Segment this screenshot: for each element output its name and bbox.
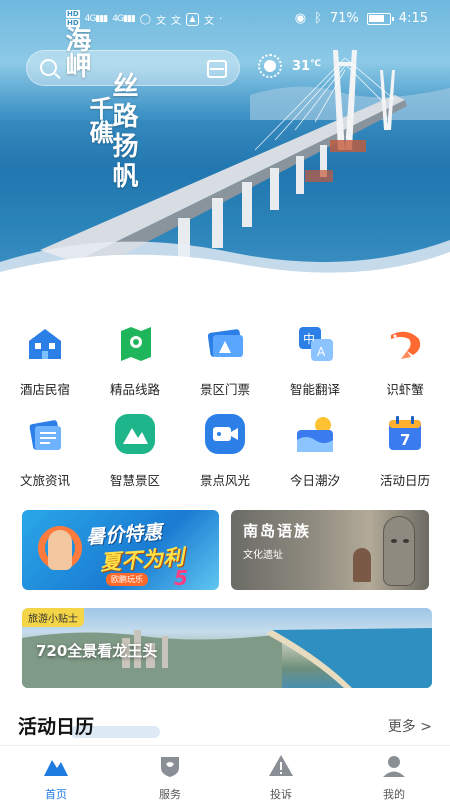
- tab-label: 我的: [383, 788, 405, 800]
- grid-label: 景点风光: [199, 473, 250, 488]
- grid-label: 智慧景区: [109, 473, 160, 488]
- service-shield-icon: [161, 757, 179, 777]
- grid-label: 景区门票: [199, 382, 250, 397]
- app-glyph-3: 文: [204, 15, 214, 27]
- tab-label: 首页: [45, 788, 67, 800]
- culture-subtitle: 文化遗址: [243, 550, 283, 561]
- svg-text:A: A: [317, 345, 326, 359]
- bluetooth-icon: ᛒ: [314, 11, 322, 26]
- eye-icon: ◉: [294, 11, 307, 26]
- grid-item-news[interactable]: 文旅资讯: [5, 412, 85, 489]
- translate-icon: 中 A: [299, 327, 333, 361]
- home-mountain-icon: [44, 760, 68, 776]
- grid-label: 活动日历: [379, 473, 430, 488]
- section-title: 活动日历: [18, 716, 95, 738]
- hero-calligraphy-3: 丝路扬帆: [108, 72, 138, 192]
- tab-label: 服务: [159, 788, 181, 800]
- battery-percent: 71%: [329, 11, 359, 26]
- svg-text:中: 中: [303, 331, 315, 346]
- hero-calligraphy-1: 海岬: [61, 26, 91, 78]
- mountain-icon: [115, 414, 155, 454]
- scan-icon[interactable]: [207, 60, 227, 78]
- grid-label: 识虾蟹: [386, 382, 424, 397]
- shrimp-icon: [391, 331, 421, 359]
- news-icon: [29, 420, 61, 450]
- hero-banner[interactable]: HD HD 4G▮▮▮ 4G▮▮▮ ◯ 文 文 ▲ 文 · ◉ ᛒ 71% 4:…: [0, 0, 450, 285]
- promo-tag: 欧鹏玩乐: [106, 573, 148, 586]
- bottom-tab-bar: 首页 服务 投诉 我的: [0, 745, 450, 800]
- promo-title-2: 夏不为利: [99, 545, 185, 575]
- svg-text:7: 7: [400, 431, 410, 449]
- app-glyph-2: 文: [171, 15, 181, 27]
- grid-item-translate[interactable]: 中 A 智能翻译: [275, 321, 355, 398]
- hero-wave-divider: [0, 240, 450, 285]
- tab-mine[interactable]: 我的: [354, 754, 434, 800]
- grid-item-route[interactable]: 精品线路: [95, 321, 175, 398]
- weather-widget[interactable]: 31℃: [258, 54, 321, 78]
- promo-banner-summer[interactable]: 暑价特惠 夏不为利 欧鹏玩乐 5: [22, 510, 219, 590]
- hotel-icon: [29, 329, 61, 359]
- tips-title: 720全景看龙王头: [36, 642, 158, 660]
- chat-bubble-icon: ◯: [139, 13, 151, 25]
- totem-illustration: [383, 516, 415, 586]
- weather-temperature: 31℃: [292, 58, 321, 74]
- route-map-icon: [121, 327, 151, 361]
- statue-illustration: [353, 548, 371, 582]
- video-camera-icon: [205, 414, 245, 454]
- tips-tag: 旅游小贴士: [22, 608, 84, 627]
- grid-label: 智能翻译: [289, 382, 340, 397]
- ticket-icon: [207, 329, 243, 357]
- culture-banner[interactable]: 南岛语族 文化遗址: [231, 510, 429, 590]
- calendar-icon: 7: [389, 416, 421, 450]
- app-notification-icon: ▲: [186, 12, 199, 26]
- app-glyph-1: 文: [156, 15, 166, 27]
- more-link[interactable]: 更多 >: [388, 716, 432, 736]
- grid-item-tide[interactable]: 今日潮汐: [275, 412, 355, 489]
- culture-title: 南岛语族: [243, 522, 312, 540]
- more-dots-icon: ·: [219, 13, 223, 25]
- grid-label: 酒店民宿: [19, 382, 70, 397]
- battery-icon: [366, 12, 394, 25]
- grid-label: 文旅资讯: [19, 473, 70, 488]
- signal-4g-icon: 4G▮▮▮: [84, 14, 109, 24]
- promo-price: 5: [174, 566, 188, 590]
- grid-item-smart-scenic[interactable]: 智慧景区: [95, 412, 175, 489]
- tab-service[interactable]: 服务: [130, 754, 210, 800]
- grid-item-shrimp[interactable]: 识虾蟹: [365, 321, 445, 398]
- grid-item-ticket[interactable]: 景区门票: [185, 321, 265, 398]
- grid-item-scenery[interactable]: 景点风光: [185, 412, 265, 489]
- grid-item-hotel[interactable]: 酒店民宿: [5, 321, 85, 398]
- grid-label: 精品线路: [109, 382, 160, 397]
- tab-label: 投诉: [270, 788, 292, 800]
- search-icon[interactable]: [40, 59, 57, 76]
- status-right: ◉ ᛒ 71% 4:15: [295, 11, 428, 26]
- tips-banner[interactable]: 旅游小贴士 720全景看龙王头: [22, 608, 432, 688]
- tide-icon: [297, 417, 333, 452]
- warning-icon: [269, 755, 293, 776]
- person-illustration: [48, 530, 72, 570]
- clock: 4:15: [398, 11, 428, 26]
- tab-home[interactable]: 首页: [16, 754, 96, 800]
- grid-label: 今日潮汐: [289, 473, 340, 488]
- signal-4g-icon-2: 4G▮▮▮: [112, 14, 136, 24]
- user-profile-icon: [383, 756, 405, 777]
- tab-complaint[interactable]: 投诉: [241, 754, 321, 800]
- grid-item-calendar[interactable]: 7 活动日历: [365, 412, 445, 489]
- sun-icon: [258, 54, 282, 78]
